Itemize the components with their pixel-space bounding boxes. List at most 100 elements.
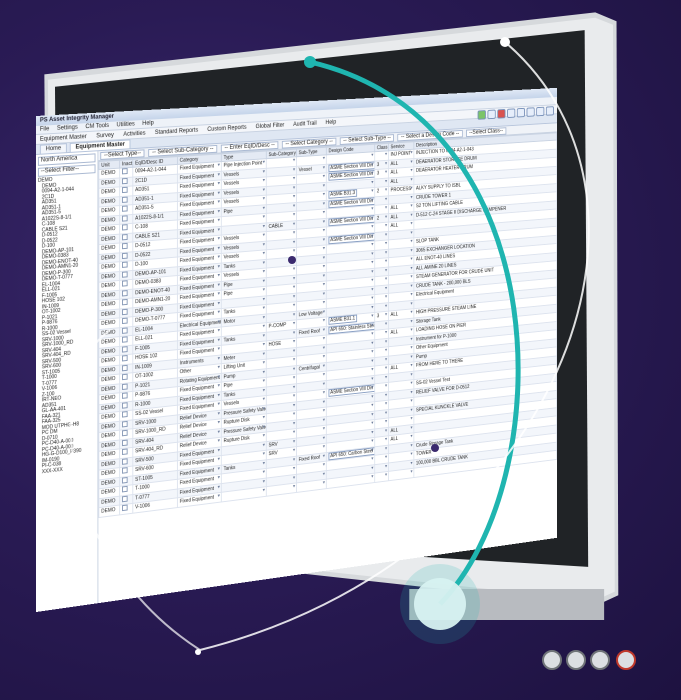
cell-text: Vessels bbox=[223, 244, 240, 252]
toolbar-survey[interactable]: Survey bbox=[96, 132, 114, 139]
cell-text: R-1000 bbox=[135, 400, 151, 409]
checkbox[interactable] bbox=[121, 336, 128, 344]
checkbox[interactable] bbox=[121, 411, 128, 418]
cell-text: A1022S-8-1/1 bbox=[135, 213, 164, 222]
cell-text: ALL bbox=[390, 205, 399, 212]
checkbox[interactable] bbox=[121, 327, 128, 334]
equipment-table: Unit Inactive EqID/Desc ID Category Type Sub-… bbox=[98, 132, 557, 518]
cell-text: Pipe bbox=[223, 290, 233, 298]
cell-text: Vessels bbox=[223, 180, 240, 188]
cell-text: DEMO bbox=[101, 310, 116, 318]
checkbox[interactable] bbox=[121, 383, 128, 390]
cell-text: DEMO bbox=[101, 422, 116, 431]
table-cell[interactable]: DEMO bbox=[98, 505, 120, 518]
menu-cm-tools[interactable]: CM Tools bbox=[85, 123, 109, 130]
cell-text: DEMO bbox=[101, 413, 116, 422]
checkbox[interactable] bbox=[121, 280, 128, 287]
cell-text: DEMO bbox=[101, 216, 116, 224]
toolbar-equipment-master[interactable]: Equipment Master bbox=[40, 134, 87, 143]
checkbox[interactable] bbox=[121, 373, 128, 381]
cell-text: DEMO bbox=[101, 451, 116, 459]
cell-text: Pump bbox=[223, 373, 236, 381]
checkbox[interactable] bbox=[121, 205, 128, 213]
toolbar-global-filter[interactable]: Global Filter bbox=[256, 122, 285, 129]
delete-icon[interactable] bbox=[497, 108, 506, 119]
checkbox[interactable] bbox=[121, 196, 128, 203]
checkbox[interactable] bbox=[121, 215, 128, 222]
checkbox[interactable] bbox=[121, 355, 128, 362]
checkbox[interactable] bbox=[121, 430, 128, 437]
menu-settings[interactable]: Settings bbox=[57, 125, 78, 132]
cell-text: ALL bbox=[390, 311, 399, 319]
cell-text: Pipe bbox=[223, 382, 233, 390]
cell-text: PROCESS bbox=[390, 186, 412, 194]
menu-utilities[interactable]: Utilities bbox=[117, 121, 135, 128]
checkbox[interactable] bbox=[121, 224, 128, 231]
cell-text: DEMO bbox=[101, 198, 116, 206]
checkbox[interactable] bbox=[121, 243, 128, 250]
cell-text: DEMO bbox=[101, 226, 116, 234]
toolbar-audit-trail[interactable]: Audit Trail bbox=[293, 120, 316, 127]
checkbox[interactable] bbox=[121, 420, 128, 428]
table-cell[interactable] bbox=[388, 468, 414, 481]
checkbox[interactable] bbox=[121, 233, 128, 241]
monitor-button-3[interactable] bbox=[590, 650, 610, 670]
checkbox[interactable] bbox=[121, 467, 128, 474]
checkbox[interactable] bbox=[121, 289, 128, 297]
add-icon[interactable] bbox=[477, 110, 486, 120]
checkbox[interactable] bbox=[121, 168, 128, 175]
checkbox[interactable] bbox=[121, 271, 128, 278]
checkbox[interactable] bbox=[121, 504, 128, 512]
cell-text: ALL bbox=[390, 214, 399, 221]
cell-text: D-0522 bbox=[135, 251, 151, 259]
checkbox[interactable] bbox=[121, 458, 128, 465]
checkbox[interactable] bbox=[121, 187, 128, 194]
checkbox[interactable] bbox=[121, 317, 128, 325]
edit-icon[interactable] bbox=[487, 109, 496, 120]
checkbox[interactable] bbox=[121, 392, 128, 400]
cell-text: Tanks bbox=[223, 263, 236, 270]
cell-text: SRV bbox=[268, 450, 278, 458]
cell-text: Tanks bbox=[223, 336, 236, 344]
cell-text: Motor bbox=[223, 318, 236, 326]
refresh-icon[interactable] bbox=[545, 106, 554, 116]
info-icon[interactable] bbox=[526, 107, 535, 117]
checkbox[interactable] bbox=[121, 439, 128, 446]
checkbox[interactable] bbox=[121, 308, 128, 315]
checkbox[interactable] bbox=[121, 486, 128, 493]
checkbox[interactable] bbox=[121, 448, 128, 456]
cell-text: EL-1004 bbox=[135, 325, 153, 334]
toolbar-standard-reports[interactable]: Standard Reports bbox=[155, 127, 198, 135]
sidebar: North America --Select Filter-- DEMO DEMO… bbox=[36, 151, 99, 613]
checkbox[interactable] bbox=[121, 345, 128, 353]
toolbar-help[interactable]: Help bbox=[325, 119, 336, 125]
checkbox[interactable] bbox=[121, 495, 128, 503]
inactive-checkbox[interactable] bbox=[119, 503, 133, 515]
checkbox[interactable] bbox=[121, 177, 128, 184]
toolbar-custom-reports[interactable]: Custom Reports bbox=[207, 124, 246, 132]
cell-text: Fixed Equipment bbox=[179, 494, 215, 506]
checkbox[interactable] bbox=[121, 364, 128, 372]
toolbar-activities[interactable]: Activities bbox=[123, 130, 145, 137]
cell-text: DEMO bbox=[101, 188, 116, 196]
checkbox[interactable] bbox=[121, 299, 128, 306]
cell-text: P-1021 bbox=[135, 381, 151, 390]
checkbox[interactable] bbox=[121, 401, 128, 409]
tab-home[interactable]: Home bbox=[39, 143, 67, 154]
power-button[interactable] bbox=[616, 650, 636, 670]
print-icon[interactable] bbox=[536, 106, 545, 117]
cell-text: ALL bbox=[390, 169, 399, 176]
copy-icon[interactable] bbox=[507, 108, 516, 119]
menu-file[interactable]: File bbox=[40, 126, 49, 133]
cell-text: DEMO bbox=[101, 479, 116, 487]
table-cell[interactable] bbox=[374, 471, 389, 483]
menu-help[interactable]: Help bbox=[142, 120, 154, 127]
checkbox[interactable] bbox=[121, 261, 128, 269]
checkbox[interactable] bbox=[121, 476, 128, 484]
checkbox[interactable] bbox=[121, 252, 128, 259]
cell-text: 2 bbox=[376, 188, 380, 195]
filter-icon[interactable] bbox=[516, 107, 525, 118]
monitor-button-1[interactable] bbox=[542, 650, 562, 670]
cell-text: DEMO bbox=[101, 254, 116, 262]
monitor-button-2[interactable] bbox=[566, 650, 586, 670]
